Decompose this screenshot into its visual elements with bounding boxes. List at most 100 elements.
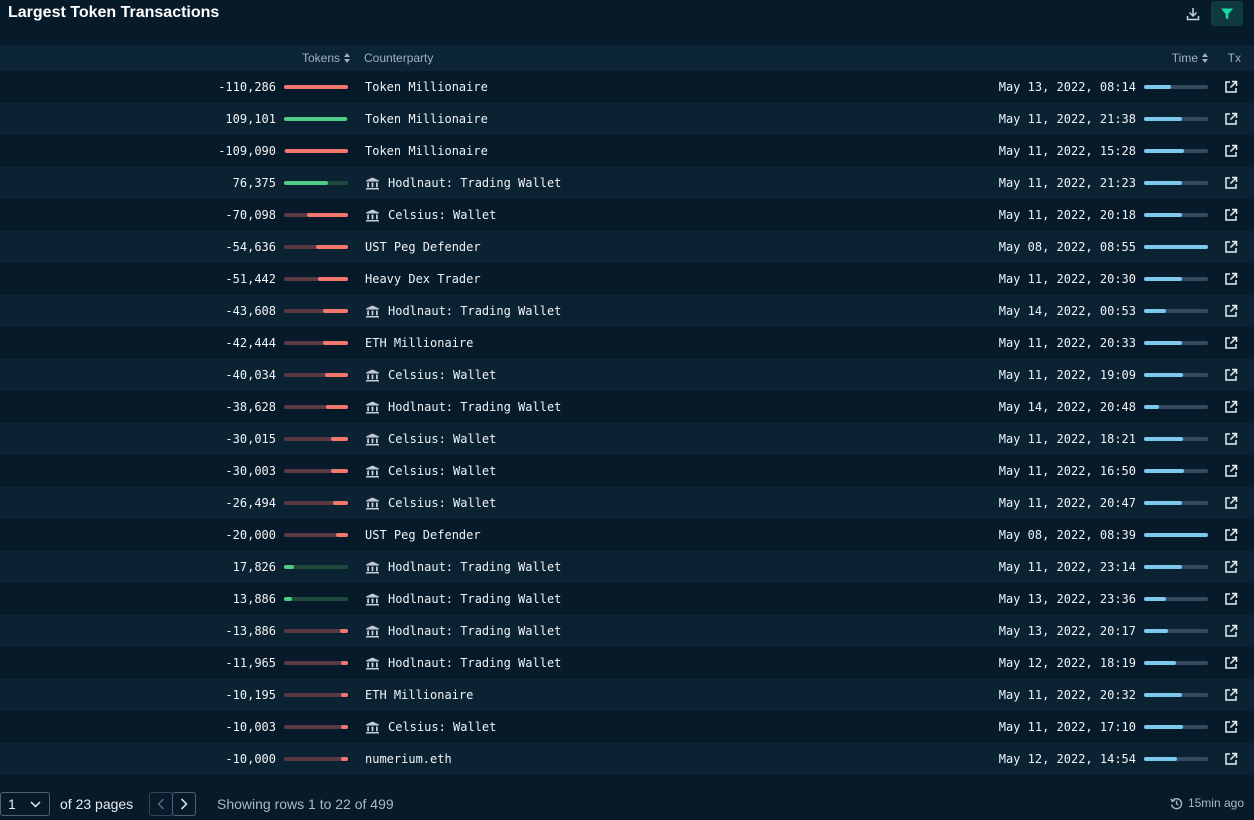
token-amount: -110,286 bbox=[218, 80, 276, 94]
transaction-time: May 11, 2022, 18:21 bbox=[998, 432, 1136, 446]
transaction-time: May 12, 2022, 14:54 bbox=[998, 752, 1136, 766]
token-amount: -109,090 bbox=[218, 144, 276, 158]
tx-link-button[interactable] bbox=[1224, 368, 1238, 382]
tx-link-button[interactable] bbox=[1224, 560, 1238, 574]
token-amount: 13,886 bbox=[232, 592, 276, 606]
counterparty[interactable]: ETH Millionaire bbox=[365, 688, 473, 702]
counterparty[interactable]: Celsius: Wallet bbox=[365, 720, 496, 734]
time-bar bbox=[1144, 117, 1208, 121]
counterparty[interactable]: UST Peg Defender bbox=[365, 528, 481, 542]
previous-page-button[interactable] bbox=[149, 792, 173, 816]
chevron-left-icon bbox=[157, 798, 165, 810]
last-updated[interactable]: 15min ago bbox=[1170, 796, 1244, 810]
counterparty[interactable]: Celsius: Wallet bbox=[365, 496, 496, 510]
token-amount: -10,000 bbox=[225, 752, 276, 766]
counterparty-label: Hodlnaut: Trading Wallet bbox=[388, 176, 562, 190]
token-amount: -70,098 bbox=[225, 208, 276, 222]
counterparty[interactable]: UST Peg Defender bbox=[365, 240, 481, 254]
bank-icon bbox=[366, 593, 379, 605]
amount-bar-fill bbox=[323, 341, 348, 345]
column-header-time[interactable]: Time bbox=[1172, 51, 1208, 65]
amount-bar bbox=[284, 149, 348, 153]
table-row: -40,034 Celsius: Wallet May 11, 2022, 19:0… bbox=[0, 359, 1254, 391]
counterparty[interactable]: Celsius: Wallet bbox=[365, 368, 496, 382]
counterparty[interactable]: Hodlnaut: Trading Wallet bbox=[365, 560, 561, 574]
counterparty[interactable]: Celsius: Wallet bbox=[365, 208, 496, 222]
table-row: 13,886 Hodlnaut: Trading Wallet May 13, 20… bbox=[0, 583, 1254, 615]
filter-button[interactable] bbox=[1211, 1, 1243, 26]
counterparty[interactable]: Hodlnaut: Trading Wallet bbox=[365, 176, 561, 190]
tx-link-button[interactable] bbox=[1224, 752, 1238, 766]
table-row: -10,000 numerium.eth May 12, 2022, 14:54 bbox=[0, 743, 1254, 775]
table-row: -109,090 Token Millionaire May 11, 2022, 1… bbox=[0, 135, 1254, 167]
counterparty-label: Celsius: Wallet bbox=[388, 432, 497, 446]
filter-icon bbox=[1221, 8, 1233, 19]
tx-link-button[interactable] bbox=[1224, 336, 1238, 350]
counterparty[interactable]: Hodlnaut: Trading Wallet bbox=[365, 304, 561, 318]
transaction-time: May 12, 2022, 18:19 bbox=[998, 656, 1136, 670]
counterparty[interactable]: Heavy Dex Trader bbox=[365, 272, 481, 286]
time-bar bbox=[1144, 405, 1208, 409]
counterparty[interactable]: Token Millionaire bbox=[365, 112, 488, 126]
external-link-icon bbox=[1225, 112, 1238, 125]
token-amount: -10,195 bbox=[225, 688, 276, 702]
time-bar bbox=[1144, 437, 1208, 441]
amount-bar bbox=[284, 341, 348, 345]
tx-link-button[interactable] bbox=[1224, 304, 1238, 318]
table-row: -43,608 Hodlnaut: Trading Wallet May 14, 2… bbox=[0, 295, 1254, 327]
counterparty[interactable]: Token Millionaire bbox=[365, 144, 488, 158]
tx-link-button[interactable] bbox=[1224, 656, 1238, 670]
counterparty[interactable]: Celsius: Wallet bbox=[365, 464, 496, 478]
page-count: of 23 pages bbox=[60, 796, 134, 812]
tx-link-button[interactable] bbox=[1224, 240, 1238, 254]
amount-bar-fill bbox=[326, 405, 348, 409]
tx-link-button[interactable] bbox=[1224, 432, 1238, 446]
counterparty[interactable]: Hodlnaut: Trading Wallet bbox=[365, 624, 561, 638]
column-header-tx: Tx bbox=[1227, 51, 1241, 65]
column-header-tokens[interactable]: Tokens bbox=[302, 51, 350, 65]
tx-link-button[interactable] bbox=[1224, 624, 1238, 638]
counterparty[interactable]: ETH Millionaire bbox=[365, 336, 473, 350]
tx-link-button[interactable] bbox=[1224, 496, 1238, 510]
tx-link-button[interactable] bbox=[1224, 592, 1238, 606]
tx-link-button[interactable] bbox=[1224, 80, 1238, 94]
counterparty-label: Hodlnaut: Trading Wallet bbox=[388, 304, 562, 318]
tx-link-button[interactable] bbox=[1224, 176, 1238, 190]
tx-link-button[interactable] bbox=[1224, 528, 1238, 542]
counterparty[interactable]: numerium.eth bbox=[365, 752, 452, 766]
tx-link-button[interactable] bbox=[1224, 272, 1238, 286]
counterparty[interactable]: Token Millionaire bbox=[365, 80, 488, 94]
time-bar bbox=[1144, 661, 1208, 665]
external-link-icon bbox=[1225, 304, 1238, 317]
time-bar-fill bbox=[1144, 341, 1182, 345]
tx-link-button[interactable] bbox=[1224, 208, 1238, 222]
time-bar-fill bbox=[1144, 597, 1166, 601]
external-link-icon bbox=[1225, 592, 1238, 605]
tx-link-button[interactable] bbox=[1224, 144, 1238, 158]
transaction-time: May 11, 2022, 20:32 bbox=[998, 688, 1136, 702]
time-bar bbox=[1144, 469, 1208, 473]
external-link-icon bbox=[1225, 400, 1238, 413]
panel-title: Largest Token Transactions bbox=[8, 4, 220, 21]
table-row: -30,015 Celsius: Wallet May 11, 2022, 18:2… bbox=[0, 423, 1254, 455]
counterparty[interactable]: Celsius: Wallet bbox=[365, 432, 496, 446]
tx-link-button[interactable] bbox=[1224, 400, 1238, 414]
amount-bar-fill bbox=[336, 533, 348, 537]
counterparty[interactable]: Hodlnaut: Trading Wallet bbox=[365, 656, 561, 670]
time-bar bbox=[1144, 309, 1208, 313]
page-select[interactable]: 1 bbox=[0, 792, 50, 816]
last-updated-label: 15min ago bbox=[1187, 796, 1244, 810]
tx-link-button[interactable] bbox=[1224, 688, 1238, 702]
token-amount: -20,000 bbox=[225, 528, 276, 542]
counterparty[interactable]: Hodlnaut: Trading Wallet bbox=[365, 400, 561, 414]
table-row: 17,826 Hodlnaut: Trading Wallet May 11, 20… bbox=[0, 551, 1254, 583]
counterparty[interactable]: Hodlnaut: Trading Wallet bbox=[365, 592, 561, 606]
amount-bar bbox=[284, 565, 348, 569]
download-button[interactable] bbox=[1178, 1, 1208, 26]
tx-link-button[interactable] bbox=[1224, 112, 1238, 126]
transaction-time: May 08, 2022, 08:39 bbox=[998, 528, 1136, 542]
tx-link-button[interactable] bbox=[1224, 720, 1238, 734]
next-page-button[interactable] bbox=[172, 792, 196, 816]
tx-link-button[interactable] bbox=[1224, 464, 1238, 478]
time-bar bbox=[1144, 757, 1208, 761]
